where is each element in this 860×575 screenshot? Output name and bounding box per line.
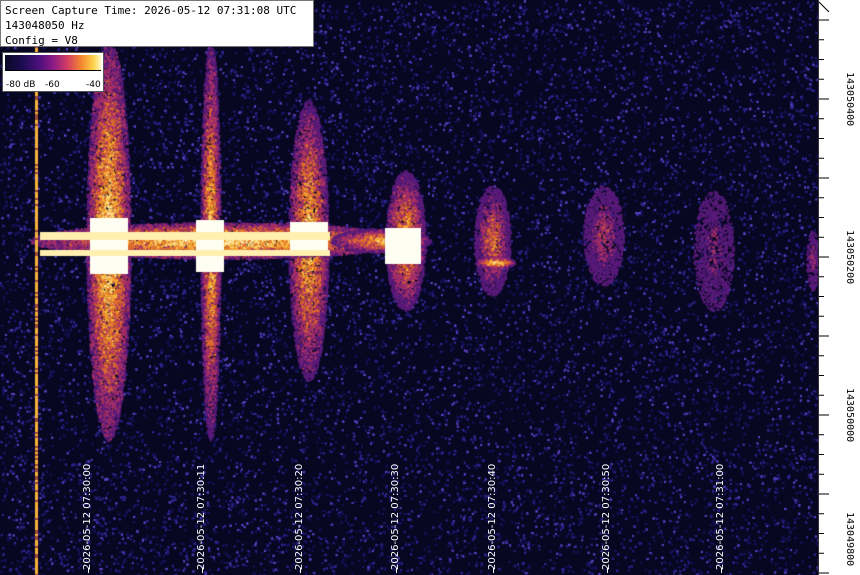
frequency-axis: 143050400 143050200 143050000 143049800: [818, 0, 860, 575]
time-tick: [607, 568, 608, 573]
capture-time-text: Screen Capture Time: 2026-05-12 07:31:08…: [5, 4, 297, 17]
color-scale-legend: -80 dB -60 -40: [2, 52, 104, 92]
time-label-4: 2026-05-12 07:30:30: [390, 463, 401, 570]
time-tick: [300, 568, 301, 573]
time-label-5: 2026-05-12 07:30:40: [487, 463, 498, 570]
center-frequency-text: 143048050 Hz: [5, 19, 85, 32]
time-tick: [202, 568, 203, 573]
frequency-label-3: 143050000: [844, 388, 855, 443]
config-text: Config = V8: [5, 34, 78, 47]
capture-info-box: Screen Capture Time: 2026-05-12 07:31:08…: [0, 0, 314, 47]
time-label-6: 2026-05-12 07:30:50: [601, 463, 612, 570]
time-tick: [396, 568, 397, 573]
time-label-3: 2026-05-12 07:30:20: [294, 463, 305, 570]
spectrogram-screen: Screen Capture Time: 2026-05-12 07:31:08…: [0, 0, 860, 575]
color-scale-label-max: -40: [86, 80, 101, 90]
color-scale-ticks: [5, 70, 101, 75]
time-tick: [88, 568, 89, 573]
color-scale-gradient: [5, 55, 101, 70]
color-scale-label-mid: -60: [45, 80, 60, 90]
frequency-label-2: 143050200: [844, 230, 855, 285]
time-label-7: 2026-05-12 07:31:00: [715, 463, 726, 570]
frequency-label-4: 143049800: [844, 512, 855, 567]
time-label-1: 2026-05-12 07:30:00: [82, 463, 93, 570]
waterfall-spectrogram[interactable]: [0, 0, 818, 575]
time-tick: [721, 568, 722, 573]
frequency-label-1: 143050400: [844, 72, 855, 127]
time-tick: [493, 568, 494, 573]
color-scale-label-min: -80 dB: [6, 80, 36, 90]
time-label-2: 2026-05-12 07:30:11: [196, 463, 207, 570]
